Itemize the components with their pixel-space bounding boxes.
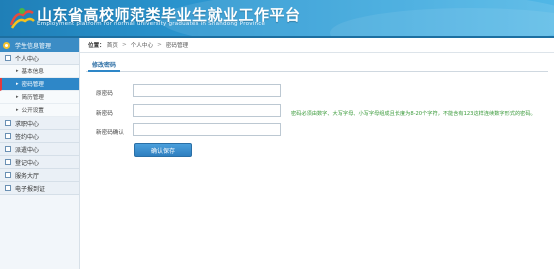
registration-center-icon <box>5 159 11 165</box>
breadcrumb-separator: > <box>157 42 162 48</box>
student-info-icon <box>3 41 10 49</box>
sidebar: 学生信息管理 个人中心 ▸ 基本信息 ▸ 密码管理 ▸ 简历管理 ▸ 公开设置 … <box>0 38 80 269</box>
breadcrumb-current: 密码管理 <box>165 43 189 49</box>
sidebar-section-label: 学生信息管理 <box>15 42 52 50</box>
dispatch-center-icon <box>5 146 11 152</box>
arrow-right-icon: ▸ <box>16 68 19 74</box>
arrow-right-icon: ▸ <box>16 107 19 113</box>
sidebar-item-label: 简历管理 <box>21 95 44 101</box>
breadcrumb: 位置： 首页 > 个人中心 > 密码管理 <box>80 38 554 53</box>
sidebar-group-dispatch-center[interactable]: 派遣中心 <box>0 143 79 156</box>
service-hall-icon <box>5 172 11 178</box>
sidebar-group-label: 派遣中心 <box>15 146 40 154</box>
sidebar-item-label: 公开设置 <box>21 108 44 114</box>
sidebar-group-label: 个人中心 <box>15 55 40 63</box>
sidebar-group-job-center[interactable]: 求职中心 <box>0 117 79 130</box>
sidebar-group-service-hall[interactable]: 服务大厅 <box>0 169 79 182</box>
new-password-field[interactable] <box>133 104 281 117</box>
old-password-field[interactable] <box>133 84 281 97</box>
sidebar-group-label: 服务大厅 <box>15 172 40 180</box>
signing-center-icon <box>5 133 11 139</box>
breadcrumb-label: 位置： <box>88 43 105 49</box>
site-header: 山东省高校师范类毕业生就业工作平台 Employment platform fo… <box>0 0 554 36</box>
tab-bar: 修改密码 <box>86 59 548 72</box>
platform-logo-icon <box>9 8 35 29</box>
main-content: 位置： 首页 > 个人中心 > 密码管理 修改密码 原密码 新密码 新密码确认 … <box>80 38 554 269</box>
new-password-label: 新密码 <box>96 111 113 117</box>
sidebar-group-registration-center[interactable]: 登记中心 <box>0 156 79 169</box>
personal-center-icon <box>5 55 11 61</box>
breadcrumb-separator: > <box>122 42 127 48</box>
job-center-icon <box>5 120 11 126</box>
sidebar-group-e-report-card[interactable]: 电子报到证 <box>0 182 79 195</box>
e-report-card-icon <box>5 185 11 191</box>
confirm-password-field[interactable] <box>133 123 281 136</box>
sidebar-group-label: 电子报到证 <box>15 185 46 193</box>
sidebar-group-label: 求职中心 <box>15 120 40 128</box>
tab-change-password[interactable]: 修改密码 <box>88 59 121 72</box>
sidebar-group-label: 签约中心 <box>15 133 40 141</box>
breadcrumb-personal-center-link[interactable]: 个人中心 <box>131 41 153 49</box>
breadcrumb-home-link[interactable]: 首页 <box>107 41 118 49</box>
sidebar-section-title[interactable]: 学生信息管理 <box>0 38 79 52</box>
save-button[interactable]: 确认保存 <box>134 143 192 157</box>
arrow-right-icon: ▸ <box>16 81 19 87</box>
sidebar-item-basic-info[interactable]: ▸ 基本信息 <box>0 65 79 78</box>
sidebar-item-password-management[interactable]: ▸ 密码管理 <box>0 78 79 91</box>
sidebar-item-resume-management[interactable]: ▸ 简历管理 <box>0 91 79 104</box>
sidebar-item-public-settings[interactable]: ▸ 公开设置 <box>0 104 79 117</box>
site-subtitle: Employment platform for normal universit… <box>37 21 266 27</box>
sidebar-item-label: 基本信息 <box>21 69 44 75</box>
sidebar-group-signing-center[interactable]: 签约中心 <box>0 130 79 143</box>
old-password-label: 原密码 <box>96 91 113 97</box>
confirm-password-label: 新密码确认 <box>96 130 124 136</box>
password-rule-hint: 密码必须由数字、大写字母、小写字母组成且长度为8-20个字符，不能含有123这样… <box>291 111 536 117</box>
sidebar-group-personal-center[interactable]: 个人中心 <box>0 52 79 65</box>
sidebar-group-label: 登记中心 <box>15 159 40 167</box>
sidebar-item-label: 密码管理 <box>21 82 44 88</box>
arrow-right-icon: ▸ <box>16 94 19 100</box>
